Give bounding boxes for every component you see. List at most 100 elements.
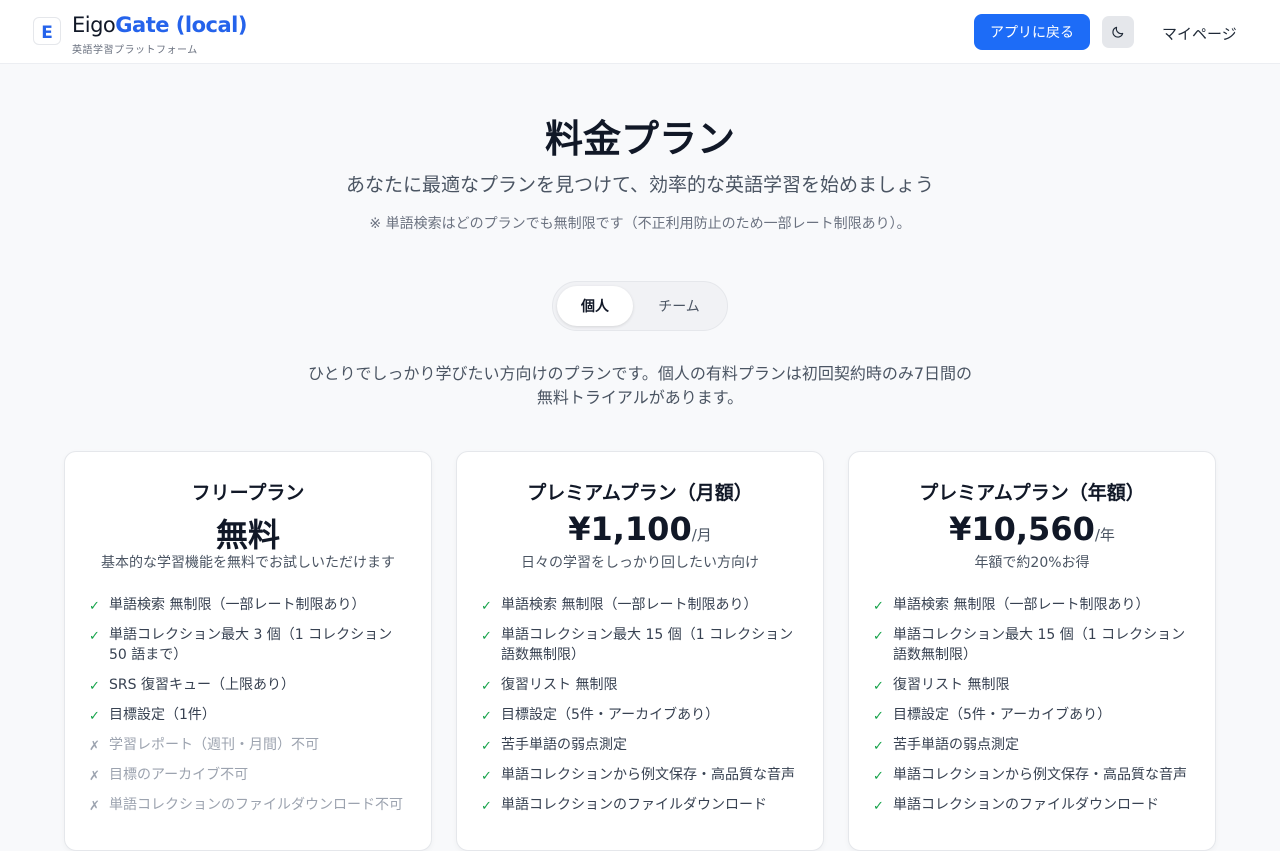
check-icon: ✓ — [89, 629, 100, 644]
feature-text: 単語検索 無制限（一部レート制限あり） — [501, 597, 758, 613]
plan-price-unit: /年 — [1094, 526, 1115, 544]
check-icon: ✓ — [89, 599, 100, 614]
check-icon: ✓ — [873, 739, 884, 754]
plan-title: プレミアムプラン（月額） — [527, 482, 753, 504]
feature-list: ✓ 単語検索 無制限（一部レート制限あり） ✓ 単語コレクション最大 15 個（1 コ… — [873, 595, 1193, 825]
brand-name-part2: Gate (local) — [115, 13, 247, 37]
plan-price: ¥1,100 — [568, 510, 692, 548]
search-note: ※ 単語検索はどのプランでも無制限です（不正利用防止のため一部レート制限あり）。 — [369, 216, 911, 232]
feature-text: 復習リスト 無制限 — [501, 677, 618, 693]
brand-name-part1: Eigo — [72, 13, 116, 37]
feature-item: ✓ 単語コレクション最大 15 個（1 コレクション語数無制限） — [481, 625, 801, 665]
feature-text: 単語コレクション最大 15 個（1 コレクション語数無制限） — [893, 627, 1186, 663]
feature-text: 単語コレクションから例文保存・高品質な音声 — [501, 767, 795, 783]
feature-text: 単語検索 無制限（一部レート制限あり） — [109, 597, 366, 613]
plan-tagline: 日々の学習をしっかり回したい方向け — [521, 555, 759, 571]
plan-card: プレミアムプラン（年額） ¥10,560/年 年額で約20%お得 ✓ 単語検索 無制限（… — [848, 451, 1216, 851]
feature-item: ✓ SRS 復習キュー（上限あり） — [89, 675, 409, 695]
plan-type-toggle: 個人 チーム — [552, 281, 728, 331]
brand-subtitle: 英語学習プラットフォーム — [72, 45, 198, 56]
page-title: 料金プラン — [544, 117, 735, 161]
feature-item: ✗ 単語コレクションのファイルダウンロード不可 — [89, 795, 409, 815]
feature-item: ✗ 学習レポート（週刊・月間）不可 — [89, 735, 409, 755]
feature-item: ✓ 単語検索 無制限（一部レート制限あり） — [873, 595, 1193, 615]
plan-price: 無料 — [215, 516, 280, 554]
feature-text: 苦手単語の弱点測定 — [893, 737, 1019, 753]
feature-item: ✓ 復習リスト 無制限 — [873, 675, 1193, 695]
plan-title: フリープラン — [191, 482, 305, 504]
check-icon: ✓ — [873, 629, 884, 644]
feature-item: ✓ 復習リスト 無制限 — [481, 675, 801, 695]
feature-text: 復習リスト 無制限 — [893, 677, 1010, 693]
feature-list: ✓ 単語検索 無制限（一部レート制限あり） ✓ 単語コレクション最大 3 個（1 コレ… — [89, 595, 409, 825]
plan-card: フリープラン無料 基本的な学習機能を無料でお試しいただけます ✓ 単語検索 無制限（一… — [64, 451, 432, 851]
cross-icon: ✗ — [89, 799, 100, 814]
feature-item: ✓ 目標設定（5件・アーカイブあり） — [873, 705, 1193, 725]
feature-text: SRS 復習キュー（上限あり） — [109, 677, 295, 693]
check-icon: ✓ — [481, 679, 492, 694]
plan-tagline: 基本的な学習機能を無料でお試しいただけます — [101, 555, 395, 571]
brand-name[interactable]: EigoGate (local) — [72, 12, 247, 38]
plan-tagline: 年額で約20%お得 — [974, 555, 1090, 571]
feature-text: 単語検索 無制限（一部レート制限あり） — [893, 597, 1150, 613]
feature-item: ✓ 単語コレクションのファイルダウンロード — [873, 795, 1193, 815]
feature-text: 単語コレクション最大 3 個（1 コレクション 50 語まで） — [109, 627, 393, 663]
feature-item: ✗ 目標のアーカイブ不可 — [89, 765, 409, 785]
feature-text: 単語コレクションのファイルダウンロード — [501, 797, 767, 813]
feature-text: 目標設定（5件・アーカイブあり） — [501, 707, 720, 723]
plan-price-line: 無料 — [65, 510, 431, 556]
toggle-team[interactable]: チーム — [641, 286, 717, 326]
check-icon: ✓ — [873, 679, 884, 694]
plan-description: ひとりでしっかり学びたい方向けのプランです。個人の有料プランは初回契約時のみ7日… — [307, 364, 973, 407]
feature-item: ✓ 単語検索 無制限（一部レート制限あり） — [89, 595, 409, 615]
check-icon: ✓ — [89, 709, 100, 724]
plan-title: プレミアムプラン（年額） — [919, 482, 1145, 504]
feature-text: 単語コレクション最大 15 個（1 コレクション語数無制限） — [501, 627, 794, 663]
feature-text: 目標設定（1件） — [109, 707, 216, 723]
feature-text: 単語コレクションのファイルダウンロード不可 — [109, 797, 403, 813]
check-icon: ✓ — [481, 769, 492, 784]
check-icon: ✓ — [481, 599, 492, 614]
check-icon: ✓ — [873, 599, 884, 614]
back-to-app-button[interactable]: アプリに戻る — [974, 14, 1090, 50]
feature-item: ✓ 単語コレクション最大 15 個（1 コレクション語数無制限） — [873, 625, 1193, 665]
feature-item: ✓ 単語検索 無制限（一部レート制限あり） — [481, 595, 801, 615]
feature-text: 単語コレクションのファイルダウンロード — [893, 797, 1159, 813]
feature-item: ✓ 苦手単語の弱点測定 — [481, 735, 801, 755]
check-icon: ✓ — [481, 629, 492, 644]
feature-item: ✓ 単語コレクション最大 3 個（1 コレクション 50 語まで） — [89, 625, 409, 665]
plan-price-line: ¥1,100/月 — [457, 510, 823, 548]
check-icon: ✓ — [89, 679, 100, 694]
plan-price-line: ¥10,560/年 — [849, 510, 1215, 548]
logo-icon[interactable]: E — [33, 17, 61, 45]
top-header: E EigoGate (local) 英語学習プラットフォーム アプリに戻る マ… — [0, 0, 1280, 64]
feature-item: ✓ 単語コレクションのファイルダウンロード — [481, 795, 801, 815]
check-icon: ✓ — [873, 709, 884, 724]
cross-icon: ✗ — [89, 769, 100, 784]
check-icon: ✓ — [481, 739, 492, 754]
plan-price-unit: /月 — [691, 526, 712, 544]
toggle-individual[interactable]: 個人 — [557, 286, 633, 326]
plan-price: ¥10,560 — [949, 510, 1095, 548]
moon-icon — [1112, 26, 1124, 38]
mypage-link[interactable]: マイページ — [1162, 23, 1237, 44]
feature-item: ✓ 単語コレクションから例文保存・高品質な音声 — [873, 765, 1193, 785]
check-icon: ✓ — [873, 769, 884, 784]
page-subtitle: あなたに最適なプランを見つけて、効率的な英語学習を始めましょう — [345, 174, 935, 196]
feature-text: 単語コレクションから例文保存・高品質な音声 — [893, 767, 1187, 783]
feature-text: 目標のアーカイブ不可 — [109, 767, 249, 783]
feature-item: ✓ 苦手単語の弱点測定 — [873, 735, 1193, 755]
check-icon: ✓ — [481, 799, 492, 814]
check-icon: ✓ — [481, 709, 492, 724]
plan-card: プレミアムプラン（月額） ¥1,100/月日々の学習をしっかり回したい方向け ✓ 単語… — [456, 451, 824, 851]
feature-text: 苦手単語の弱点測定 — [501, 737, 627, 753]
theme-toggle-button[interactable] — [1102, 16, 1134, 48]
feature-list: ✓ 単語検索 無制限（一部レート制限あり） ✓ 単語コレクション最大 15 個（1 コ… — [481, 595, 801, 825]
feature-text: 目標設定（5件・アーカイブあり） — [893, 707, 1112, 723]
feature-item: ✓ 単語コレクションから例文保存・高品質な音声 — [481, 765, 801, 785]
feature-text: 学習レポート（週刊・月間）不可 — [109, 737, 319, 753]
feature-item: ✓ 目標設定（5件・アーカイブあり） — [481, 705, 801, 725]
feature-item: ✓ 目標設定（1件） — [89, 705, 409, 725]
check-icon: ✓ — [873, 799, 884, 814]
cross-icon: ✗ — [89, 739, 100, 754]
